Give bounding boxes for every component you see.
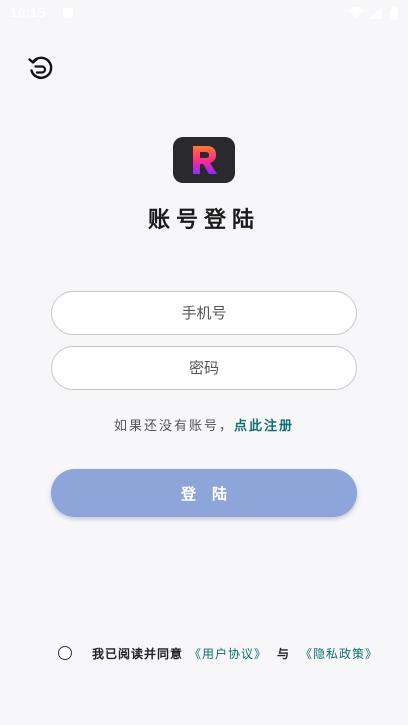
register-link[interactable]: 点此注册 xyxy=(234,419,294,434)
notification-icon xyxy=(63,8,73,18)
register-prompt-row: 如果还没有账号，点此注册 xyxy=(0,415,408,434)
password-input[interactable] xyxy=(52,346,356,390)
agreement-checkbox[interactable] xyxy=(58,646,72,660)
phone-input[interactable] xyxy=(52,291,356,335)
login-button[interactable]: 登陆 xyxy=(51,469,357,517)
status-bar: 10:15 xyxy=(0,0,408,28)
register-prompt-text: 如果还没有账号， xyxy=(113,419,234,434)
wifi-icon xyxy=(348,7,364,18)
privacy-policy-link[interactable]: 《隐私政策》 xyxy=(300,645,378,662)
agreement-row: 我已阅读并同意 《用户协议》 与 《隐私政策》 xyxy=(58,643,384,663)
user-agreement-link[interactable]: 《用户协议》 xyxy=(189,645,267,662)
agreement-prefix: 我已阅读并同意 xyxy=(92,646,184,661)
app-logo xyxy=(173,137,235,183)
signal-icon xyxy=(368,7,382,19)
page-title: 账号登陆 xyxy=(147,208,260,233)
password-field[interactable] xyxy=(51,346,357,390)
agreement-and: 与 xyxy=(277,646,291,661)
status-time: 10:15 xyxy=(10,5,46,20)
back-button[interactable] xyxy=(26,53,54,81)
phone-field[interactable] xyxy=(51,291,357,335)
back-icon xyxy=(28,56,53,80)
battery-icon xyxy=(390,7,398,20)
